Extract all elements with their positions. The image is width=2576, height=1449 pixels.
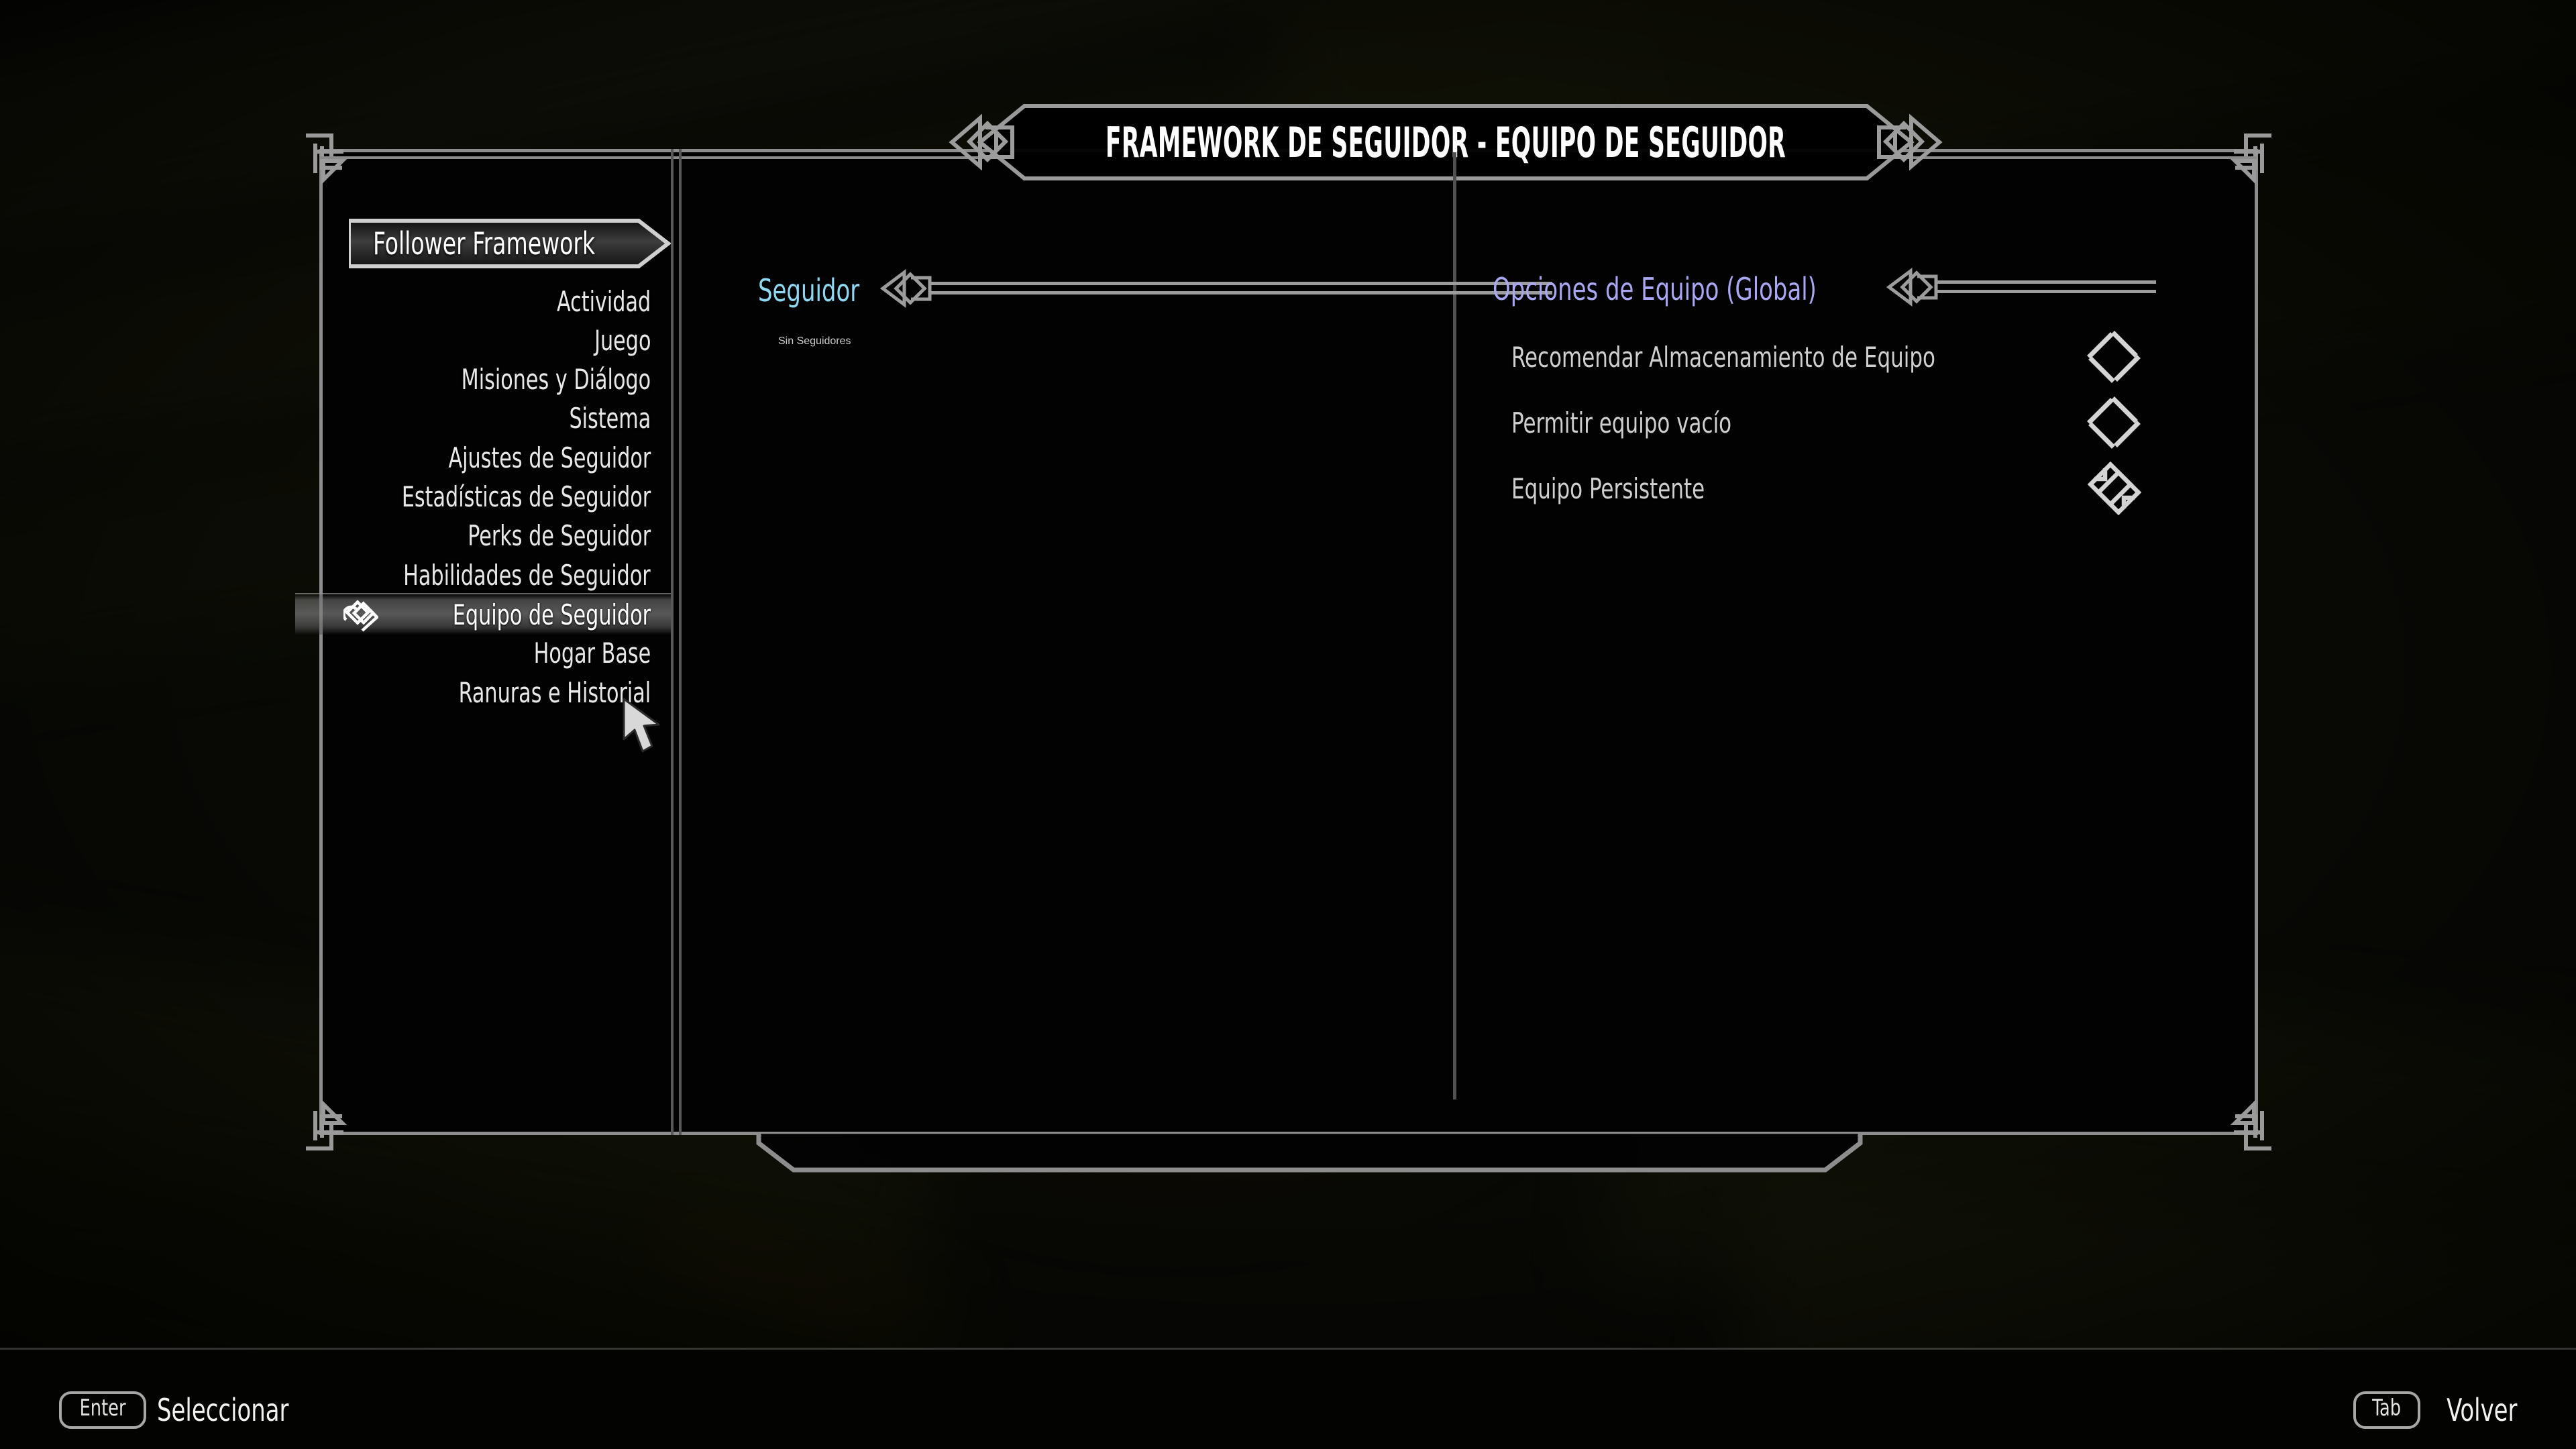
sidebar-item-actividad[interactable]: Actividad xyxy=(295,280,671,322)
sidebar-divider xyxy=(679,149,682,1135)
sidebar-item-label: Estadísticas de Seguidor xyxy=(401,480,651,513)
key-tab: Tab xyxy=(2353,1391,2420,1429)
option-label: Equipo Persistente xyxy=(1511,472,1705,505)
sidebar-item-misiones-y-dialogo[interactable]: Misiones y Diálogo xyxy=(295,359,671,400)
mouse-cursor xyxy=(620,698,671,754)
hint-back[interactable]: Tab Volver xyxy=(2353,1391,2517,1429)
header-knot-rule-icon xyxy=(1884,267,2159,311)
no-followers-row: Sin Seguidores xyxy=(778,335,851,347)
hint-select-label: Seleccionar xyxy=(157,1392,289,1429)
title-banner: FRAMEWORK DE SEGUIDOR - EQUIPO DE SEGUID… xyxy=(949,102,1943,182)
sidebar-item-sistema[interactable]: Sistema xyxy=(295,398,671,439)
option-row-equipo-persistente[interactable]: Equipo Persistente xyxy=(1511,467,1747,510)
knot-diamond-icon xyxy=(342,597,380,633)
frame-right-line xyxy=(2255,149,2258,1135)
banner-knot-left-icon xyxy=(949,114,1014,170)
sidebar-item-ajustes-de-seguidor[interactable]: Ajustes de Seguidor xyxy=(295,437,671,478)
hint-back-label: Volver xyxy=(2446,1392,2517,1429)
sidebar-item-ranuras-e-historial[interactable]: Ranuras e Historial xyxy=(295,672,671,713)
header-knot-rule-icon xyxy=(877,268,1555,312)
sidebar-item-label: Hogar Base xyxy=(533,637,651,670)
sidebar-item-equipo-de-seguidor[interactable]: Equipo de Seguidor xyxy=(295,593,671,635)
team-options-header-label: Opciones de Equipo (Global) xyxy=(1493,270,1817,307)
sidebar-item-label: Juego xyxy=(594,323,651,357)
corner-knot-icon xyxy=(2218,1095,2288,1165)
sidebar-item-label: Sistema xyxy=(569,402,651,435)
follower-header-label: Seguidor xyxy=(758,272,860,309)
title-rail-right xyxy=(1901,156,2257,159)
sidebar-item-estadisticas-de-seguidor[interactable]: Estadísticas de Seguidor xyxy=(295,476,671,518)
checkbox-equipo-persistente[interactable] xyxy=(2085,459,2144,518)
option-row-permitir-equipo-vacio[interactable]: Permitir equipo vacío xyxy=(1511,401,1780,444)
sidebar-item-hogar-base[interactable]: Hogar Base xyxy=(295,633,671,674)
key-enter: Enter xyxy=(59,1391,147,1429)
frame-bottom-tab xyxy=(756,1134,1863,1173)
option-label: Recomendar Almacenamiento de Equipo xyxy=(1511,340,1936,374)
banner-knot-right-icon xyxy=(1877,114,1943,170)
sidebar-divider xyxy=(671,149,674,1135)
mod-name-label: Follower Framework xyxy=(373,225,596,262)
no-followers-label: Sin Seguidores xyxy=(778,335,851,347)
follower-section-header: Seguidor xyxy=(758,268,1555,312)
hint-select[interactable]: Enter Seleccionar xyxy=(59,1391,318,1429)
key-enter-label: Enter xyxy=(79,1395,126,1422)
sidebar-item-label: Equipo de Seguidor xyxy=(452,598,651,631)
option-label: Permitir equipo vacío xyxy=(1511,406,1732,439)
sidebar-item-habilidades-de-seguidor[interactable]: Habilidades de Seguidor xyxy=(295,554,671,596)
sidebar-item-label: Perks de Seguidor xyxy=(468,519,651,553)
sidebar-item-juego[interactable]: Juego xyxy=(295,319,671,361)
sidebar-item-label: Habilidades de Seguidor xyxy=(403,558,651,592)
sidebar-item-label: Ajustes de Seguidor xyxy=(448,441,651,474)
option-row-recomendar-almacenamiento-de-equipo[interactable]: Recomendar Almacenamiento de Equipo xyxy=(1511,335,2029,378)
sidebar-item-label: Misiones y Diálogo xyxy=(461,363,651,396)
checkbox-recomendar-almacenamiento-de-equipo[interactable] xyxy=(2085,327,2144,386)
key-tab-label: Tab xyxy=(2372,1395,2402,1422)
team-options-header: Opciones de Equipo (Global) xyxy=(1493,267,2159,311)
checkbox-permitir-equipo-vacio[interactable] xyxy=(2085,393,2144,452)
sidebar-item-perks-de-seguidor[interactable]: Perks de Seguidor xyxy=(295,515,671,557)
sidebar-item-label: Actividad xyxy=(556,284,651,318)
bottom-bar: Enter Seleccionar Tab Volver xyxy=(0,1350,2576,1449)
page-title: FRAMEWORK DE SEGUIDOR - EQUIPO DE SEGUID… xyxy=(1105,117,1786,167)
corner-knot-icon xyxy=(2218,119,2288,189)
